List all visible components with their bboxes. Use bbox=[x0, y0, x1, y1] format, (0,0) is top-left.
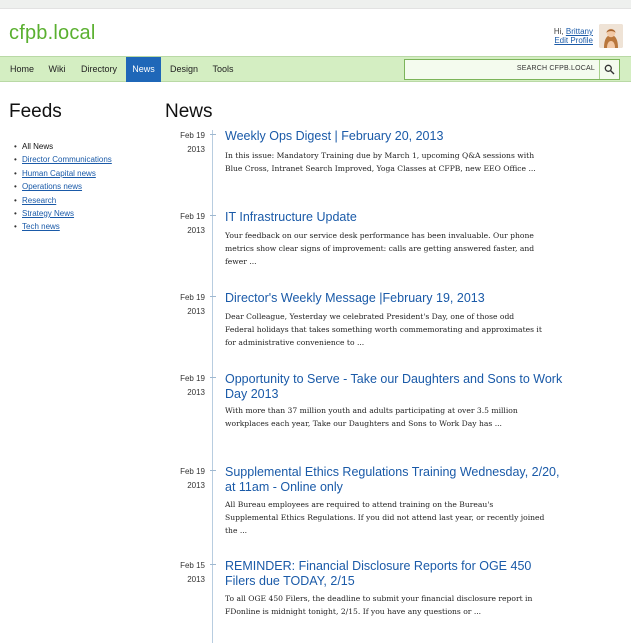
feed-item: Research bbox=[14, 194, 112, 208]
post-date: Feb 19 2013 bbox=[168, 129, 205, 157]
post-date-day: Feb 19 bbox=[180, 374, 205, 383]
timeline-tick bbox=[210, 215, 216, 216]
post-excerpt: With more than 37 million youth and adul… bbox=[225, 406, 518, 428]
post-date-year: 2013 bbox=[187, 481, 205, 490]
nav-design[interactable]: Design bbox=[164, 57, 204, 82]
search-button[interactable] bbox=[599, 60, 619, 79]
feed-director-communications-link[interactable]: Director Communications bbox=[22, 155, 112, 164]
nav-tools[interactable]: Tools bbox=[206, 57, 240, 82]
greeting: Hi, bbox=[553, 27, 566, 36]
post-date-day: Feb 19 bbox=[180, 467, 205, 476]
search-icon bbox=[604, 64, 615, 75]
feed-item: Strategy News bbox=[14, 207, 112, 221]
nav-home[interactable]: Home bbox=[4, 57, 40, 82]
post-date-day: Feb 19 bbox=[180, 131, 205, 140]
search-label: SEARCH CFPB.LOCAL bbox=[516, 65, 595, 72]
nav-news[interactable]: News bbox=[126, 57, 161, 82]
post-date-day: Feb 19 bbox=[180, 293, 205, 302]
timeline-tick bbox=[210, 564, 216, 565]
post-title-link[interactable]: Director's Weekly Message |February 19, … bbox=[225, 291, 565, 306]
feeds-list: All News Director Communications Human C… bbox=[14, 140, 112, 234]
post-excerpt: Dear Colleague, Yesterday we celebrated … bbox=[225, 312, 542, 347]
site-header: cfpb.local Hi, Brittany Edit Profile bbox=[0, 9, 631, 56]
main-nav: Home Wiki Directory News Design Tools SE… bbox=[0, 56, 631, 82]
feed-human-capital-link[interactable]: Human Capital news bbox=[22, 169, 96, 178]
feed-strategy-link[interactable]: Strategy News bbox=[22, 209, 74, 218]
feed-item: Tech news bbox=[14, 220, 112, 234]
timeline-line bbox=[212, 130, 213, 643]
post-date-day: Feb 15 bbox=[180, 561, 205, 570]
top-strip bbox=[0, 0, 631, 9]
post-date: Feb 15 2013 bbox=[168, 559, 205, 587]
post-excerpt: In this issue: Mandatory Training due by… bbox=[225, 151, 536, 173]
post-excerpt: All Bureau employees are required to att… bbox=[225, 500, 545, 535]
post-date-year: 2013 bbox=[187, 575, 205, 584]
post-date-year: 2013 bbox=[187, 388, 205, 397]
nav-directory[interactable]: Directory bbox=[74, 57, 124, 82]
post-date: Feb 19 2013 bbox=[168, 465, 205, 493]
post-excerpt: Your feedback on our service desk perfor… bbox=[225, 231, 535, 266]
feed-item: Human Capital news bbox=[14, 167, 112, 181]
user-panel: Hi, Brittany Edit Profile bbox=[554, 27, 593, 45]
nav-wiki[interactable]: Wiki bbox=[42, 57, 72, 82]
news-heading: News bbox=[165, 101, 213, 122]
feeds-heading: Feeds bbox=[9, 101, 62, 122]
post-date-day: Feb 19 bbox=[180, 212, 205, 221]
post-date-year: 2013 bbox=[187, 307, 205, 316]
post-title-link[interactable]: Opportunity to Serve - Take our Daughter… bbox=[225, 372, 565, 402]
timeline-tick bbox=[210, 134, 216, 135]
post-date: Feb 19 2013 bbox=[168, 291, 205, 319]
avatar[interactable] bbox=[599, 24, 623, 48]
feed-all-news: All News bbox=[14, 140, 112, 154]
feed-operations-link[interactable]: Operations news bbox=[22, 182, 82, 191]
feed-item: Director Communications bbox=[14, 153, 112, 167]
timeline-tick bbox=[210, 377, 216, 378]
avatar-icon bbox=[599, 24, 623, 48]
user-name-link[interactable]: Brittany bbox=[566, 27, 593, 36]
post-date-year: 2013 bbox=[187, 226, 205, 235]
post-date-year: 2013 bbox=[187, 145, 205, 154]
search-box[interactable]: SEARCH CFPB.LOCAL bbox=[404, 59, 620, 80]
timeline-tick bbox=[210, 296, 216, 297]
post-title-link[interactable]: REMINDER: Financial Disclosure Reports f… bbox=[225, 559, 565, 589]
post-title-link[interactable]: IT Infrastructure Update bbox=[225, 210, 565, 225]
edit-profile-link[interactable]: Edit Profile bbox=[554, 36, 593, 45]
feed-research-link[interactable]: Research bbox=[22, 196, 56, 205]
feed-tech-link[interactable]: Tech news bbox=[22, 222, 60, 231]
post-date: Feb 19 2013 bbox=[168, 210, 205, 238]
post-date: Feb 19 2013 bbox=[168, 372, 205, 400]
site-logo[interactable]: cfpb.local bbox=[9, 22, 96, 45]
post-excerpt: To all OGE 450 Filers, the deadline to s… bbox=[225, 594, 533, 616]
post-title-link[interactable]: Weekly Ops Digest | February 20, 2013 bbox=[225, 129, 565, 144]
post-title-link[interactable]: Supplemental Ethics Regulations Training… bbox=[225, 465, 565, 495]
timeline-tick bbox=[210, 470, 216, 471]
feed-item: Operations news bbox=[14, 180, 112, 194]
